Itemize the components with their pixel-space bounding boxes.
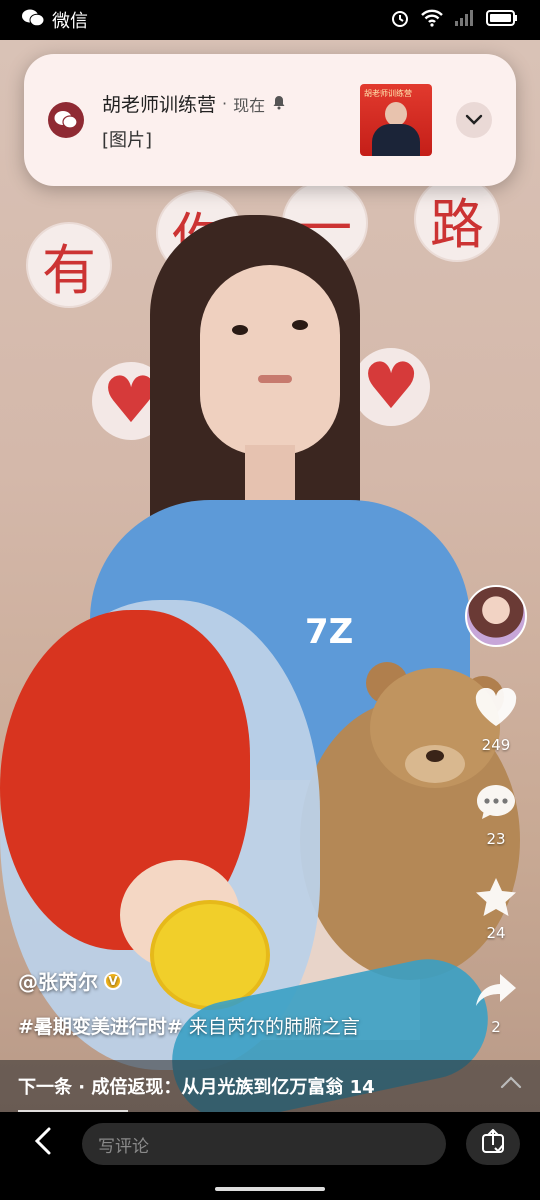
notification-banner[interactable]: 胡老师训练营 · 现在 [图片] 胡老师训练营	[24, 54, 516, 186]
thumbnail-person-head	[385, 102, 407, 126]
author-name: @张芮尔	[18, 970, 98, 994]
post-caption: #暑期变美进行时# 来自芮尔的肺腑之言	[18, 1012, 360, 1039]
share-out-button[interactable]	[466, 1123, 520, 1165]
back-button[interactable]	[26, 1126, 60, 1160]
wifi-icon	[420, 9, 444, 31]
notification-thumbnail[interactable]: 胡老师训练营	[360, 84, 432, 156]
like-button[interactable]: 249	[470, 687, 522, 754]
notification-time: 现在	[233, 95, 266, 115]
thumbnail-person-suit	[372, 124, 420, 156]
decor-heart	[352, 348, 430, 426]
bell-icon	[271, 94, 287, 114]
video-player[interactable]: 有 你 一 路 7Z	[0, 40, 540, 1112]
alarm-icon	[390, 8, 410, 32]
status-app-name: 微信	[52, 11, 88, 32]
chevron-up-icon[interactable]	[500, 1074, 522, 1093]
favorite-button[interactable]: 24	[470, 876, 522, 942]
decor-char: 有	[26, 222, 112, 308]
person-mouth	[258, 375, 292, 383]
home-indicator[interactable]	[215, 1187, 325, 1191]
thumbnail-text: 胡老师训练营	[364, 89, 412, 98]
author-avatar[interactable]	[465, 585, 527, 647]
caption-text: 来自芮尔的肺腑之言	[182, 1016, 360, 1038]
share-arrow-icon	[474, 970, 518, 1014]
share-button[interactable]: 2	[470, 970, 522, 1036]
like-count: 249	[481, 736, 511, 754]
wechat-icon	[48, 102, 84, 138]
signal-icon	[454, 9, 476, 31]
balloon-fish	[150, 900, 270, 1010]
status-bar: 微信	[0, 0, 540, 40]
heart-icon	[474, 687, 518, 732]
notification-separator: ·	[222, 94, 228, 113]
comment-count: 23	[486, 830, 506, 848]
author-name-link[interactable]: @张芮尔 V	[18, 966, 122, 995]
comment-placeholder: 写评论	[98, 1136, 149, 1157]
hashtag-link[interactable]: #暑期变美进行时#	[18, 1016, 183, 1038]
chevron-down-icon	[465, 111, 483, 130]
share-out-icon	[480, 1128, 506, 1159]
decor-char: 路	[414, 176, 500, 262]
battery-icon	[486, 10, 518, 30]
status-left: 微信	[22, 7, 88, 33]
share-count: 2	[491, 1018, 501, 1036]
notification-body: [图片]	[102, 130, 153, 151]
notification-header: 胡老师训练营 · 现在	[102, 90, 287, 117]
next-video-bar[interactable]: 下一条 · 成倍返现：从月光族到亿万富翁 14	[0, 1060, 540, 1112]
person-eye	[292, 320, 308, 330]
status-right	[390, 8, 518, 32]
notification-title: 胡老师训练营	[102, 94, 217, 116]
star-icon	[474, 876, 518, 920]
verified-badge-icon: V	[104, 971, 122, 990]
wechat-icon	[22, 9, 45, 32]
back-arrow-icon	[34, 1127, 52, 1159]
comment-button[interactable]: 23	[470, 782, 522, 848]
person-face	[200, 265, 340, 455]
comment-icon	[474, 782, 518, 826]
shirt-logo: 7Z	[305, 612, 354, 652]
expand-button[interactable]	[456, 102, 492, 138]
bear-nose	[426, 750, 444, 762]
person-eye	[232, 325, 248, 335]
next-video-text: 下一条 · 成倍返现：从月光族到亿万富翁 14	[18, 1077, 375, 1098]
comment-input[interactable]: 写评论	[82, 1123, 446, 1165]
favorite-count: 24	[486, 924, 506, 942]
